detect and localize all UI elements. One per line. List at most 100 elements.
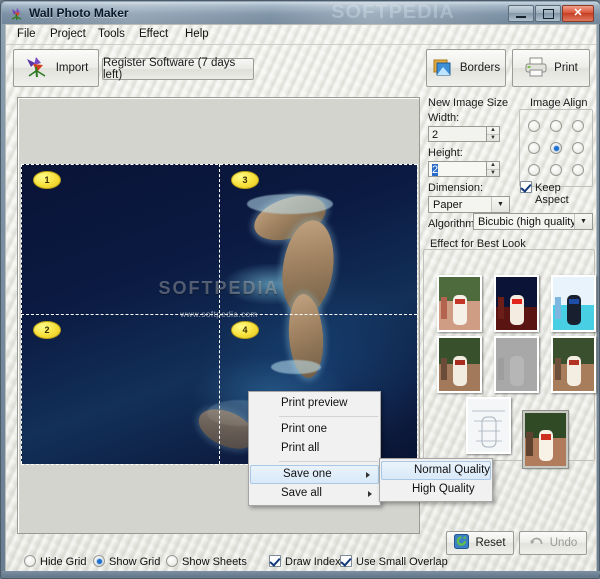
align-radio-middle-center[interactable] [550, 142, 562, 154]
client-area: File Project Tools Effect Help Import Re… [5, 24, 597, 575]
application-window: SOFTPEDIA Wall Photo Maker ✕ File Projec… [0, 0, 600, 579]
window-controls: ✕ [508, 5, 594, 22]
window-title: Wall Photo Maker [29, 6, 129, 20]
align-radio-top-right[interactable] [572, 120, 584, 132]
use-small-overlap-label: Use Small Overlap [356, 556, 448, 568]
width-spinner[interactable]: ▲ ▼ [486, 126, 500, 142]
effect-thumb-6[interactable] [466, 397, 511, 454]
menu-item-print-preview[interactable]: Print preview [249, 394, 380, 413]
effect-thumb-2[interactable] [551, 275, 596, 332]
reset-button[interactable]: Reset [446, 531, 514, 555]
sheet-badge-2[interactable]: 2 [33, 321, 61, 339]
draw-index-checkbox[interactable] [269, 555, 281, 567]
submenu-item-normal-quality[interactable]: Normal Quality [381, 461, 491, 480]
borders-icon [432, 57, 454, 80]
algorithm-value: Bicubic (high quality) [478, 215, 574, 228]
print-label: Print [554, 62, 578, 74]
hide-grid-label: Hide Grid [40, 556, 87, 568]
align-radio-middle-right[interactable] [572, 142, 584, 154]
chevron-down-icon: ▼ [574, 214, 592, 229]
effect-thumb-0[interactable] [437, 275, 482, 332]
new-image-size-title: New Image Size [428, 97, 509, 109]
menu-effect[interactable]: Effect [134, 27, 173, 42]
effect-thumb-1[interactable] [494, 275, 539, 332]
sheet-badge-3[interactable]: 3 [231, 171, 259, 189]
menu-separator [279, 416, 378, 417]
flower-import-icon [24, 55, 50, 82]
menu-item-save-all-label: Save all [281, 487, 322, 499]
algorithm-select[interactable]: Bicubic (high quality) ▼ [473, 213, 593, 230]
printer-icon [524, 56, 548, 81]
align-radio-bottom-right[interactable] [572, 164, 584, 176]
algorithm-label: Algorithm: [428, 218, 478, 230]
use-small-overlap-checkbox[interactable] [340, 555, 352, 567]
height-label: Height: [428, 147, 463, 159]
effect-thumb-5[interactable] [551, 336, 596, 393]
effect-thumb-4[interactable] [494, 336, 539, 393]
sheet-badge-1[interactable]: 1 [33, 171, 61, 189]
align-radio-bottom-center[interactable] [550, 164, 562, 176]
menu-project[interactable]: Project [45, 27, 91, 42]
height-value: 2 [432, 164, 439, 176]
register-label: Register Software (7 days left) [103, 57, 236, 81]
dimension-value: Paper [433, 198, 463, 211]
align-radio-top-left[interactable] [528, 120, 540, 132]
borders-label: Borders [459, 62, 501, 74]
submenu-item-high-quality[interactable]: High Quality [380, 480, 492, 499]
undo-button[interactable]: Undo [519, 531, 587, 555]
sheet-badge-4[interactable]: 4 [231, 321, 259, 339]
menu-item-save-one[interactable]: Save one [250, 465, 379, 484]
title-bar[interactable]: SOFTPEDIA Wall Photo Maker ✕ [2, 2, 600, 24]
titlebar-watermark: SOFTPEDIA [331, 2, 455, 23]
align-radio-bottom-left[interactable] [528, 164, 540, 176]
dimension-label: Dimension: [428, 182, 484, 194]
show-sheets-radio[interactable] [166, 555, 178, 567]
menu-item-print-one[interactable]: Print one [249, 420, 380, 439]
menu-help[interactable]: Help [180, 27, 214, 42]
chevron-right-icon [366, 471, 370, 478]
keep-aspect-label: Keep Aspect [535, 182, 569, 206]
undo-label: Undo [549, 537, 578, 549]
menu-item-save-one-label: Save one [283, 468, 332, 480]
reset-icon [454, 534, 470, 552]
reset-label: Reset [475, 537, 506, 549]
menu-separator [279, 461, 378, 462]
borders-button[interactable]: Borders [426, 49, 506, 87]
dimension-select[interactable]: Paper ▼ [428, 196, 510, 213]
import-button[interactable]: Import [13, 49, 99, 87]
show-sheets-label: Show Sheets [182, 556, 247, 568]
menu-file[interactable]: File [12, 27, 41, 42]
import-label: Import [55, 62, 89, 74]
window-frame: SOFTPEDIA Wall Photo Maker ✕ File Projec… [0, 0, 600, 579]
flower-app-icon [9, 6, 24, 21]
show-grid-label: Show Grid [109, 556, 161, 568]
image-align-title: Image Align [530, 97, 588, 109]
register-software-button[interactable]: Register Software (7 days left) [102, 57, 254, 81]
grid-line-right [417, 164, 418, 464]
menu-bar: File Project Tools Effect Help [6, 25, 596, 45]
maximize-icon[interactable] [535, 5, 561, 22]
menu-item-save-all[interactable]: Save all [249, 484, 380, 503]
minimize-icon[interactable] [508, 5, 534, 22]
height-spinner[interactable]: ▲ ▼ [486, 161, 500, 177]
align-radio-middle-left[interactable] [528, 142, 540, 154]
chevron-down-icon: ▼ [491, 197, 509, 212]
undo-icon [529, 535, 544, 551]
effect-thumb-7[interactable] [523, 411, 568, 468]
menu-tools[interactable]: Tools [93, 27, 130, 42]
keep-aspect-checkbox[interactable] [520, 181, 532, 193]
print-button[interactable]: Print [512, 49, 590, 87]
effect-thumb-3[interactable] [437, 336, 482, 393]
context-submenu[interactable]: Normal Quality High Quality [379, 458, 493, 502]
align-radio-top-center[interactable] [550, 120, 562, 132]
window-bottom-edge [2, 571, 600, 577]
chevron-right-icon [368, 490, 372, 497]
width-label: Width: [428, 112, 460, 124]
close-icon[interactable]: ✕ [562, 5, 594, 22]
menu-item-print-all[interactable]: Print all [249, 439, 380, 458]
draw-index-label: Draw Index [285, 556, 341, 568]
hide-grid-radio[interactable] [24, 555, 36, 567]
grid-line-center [219, 164, 220, 464]
show-grid-radio[interactable] [93, 555, 105, 567]
context-menu[interactable]: Print preview Print one Print all Save o… [248, 391, 381, 506]
